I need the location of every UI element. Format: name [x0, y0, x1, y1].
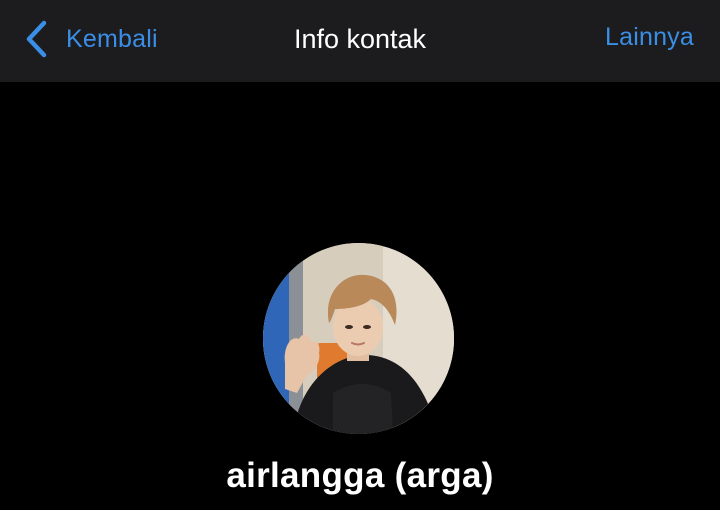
contact-name: airlangga (arga): [226, 456, 494, 495]
navigation-bar: Kembali Info kontak Lainnya: [0, 0, 720, 82]
avatar[interactable]: [263, 243, 454, 434]
contact-info-screen: Kembali Info kontak Lainnya airlangga (a…: [0, 0, 720, 510]
profile-photo: [263, 243, 454, 434]
more-button[interactable]: Lainnya: [605, 23, 694, 52]
